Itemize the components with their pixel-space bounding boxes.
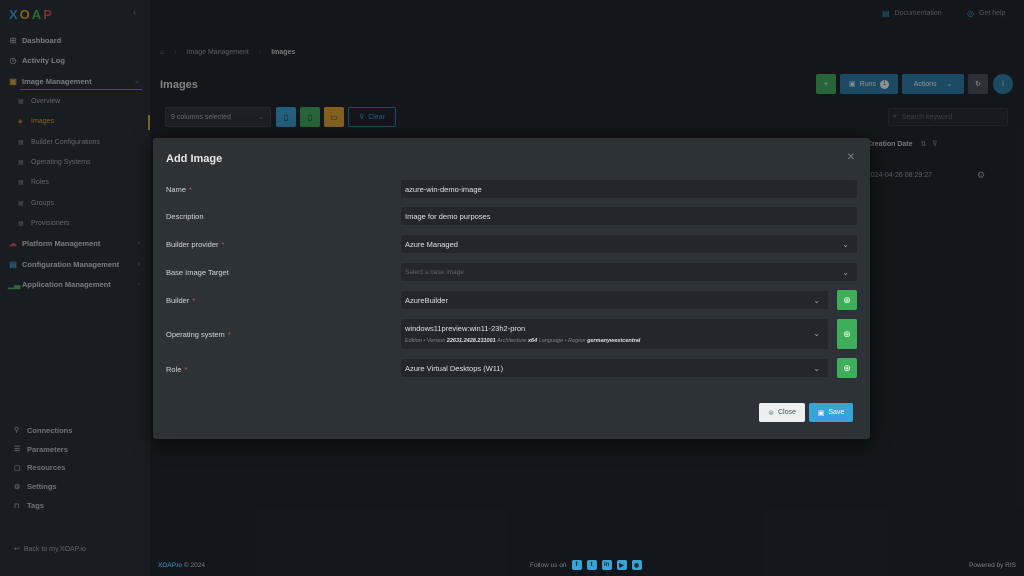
add-builder-button[interactable]: ⊕ <box>837 290 857 310</box>
base-image-target-label: Base Image Target <box>166 268 229 277</box>
footer: XOAP.io © 2024 Follow us on f t in ▶ ◉ P… <box>150 556 1024 576</box>
linkedin-icon[interactable]: in <box>601 560 612 570</box>
close-circle-icon: ⊗ <box>768 409 774 417</box>
chevron-down-icon: ⌄ <box>842 267 849 277</box>
base-image-target-select[interactable]: Select a base image ⌄ <box>401 263 857 281</box>
add-role-button[interactable]: ⊕ <box>837 358 857 378</box>
description-label: Description <box>166 212 204 221</box>
chevron-down-icon: ⌄ <box>813 363 820 373</box>
add-operating-system-button[interactable]: ⊕ <box>837 319 857 349</box>
modal-title: Add Image <box>166 153 223 165</box>
twitter-icon[interactable]: t <box>586 560 597 570</box>
close-icon[interactable]: ✕ <box>847 152 855 163</box>
chevron-down-icon: ⌄ <box>813 295 820 305</box>
chevron-down-icon: ⌄ <box>813 329 820 338</box>
save-button[interactable]: ▣ Save <box>809 403 853 422</box>
save-icon: ▣ <box>817 409 825 417</box>
builder-select[interactable]: AzureBuilder ⌄ <box>401 291 828 309</box>
name-label: Name * <box>166 185 192 194</box>
facebook-icon[interactable]: f <box>571 560 582 570</box>
operating-system-select[interactable]: windows11preview:win11-23h2-pron Edition… <box>401 319 828 349</box>
os-details: Edition • Version 22631.2428.231001 Arch… <box>405 338 641 344</box>
footer-copyright: XOAP.io © 2024 <box>158 562 205 569</box>
builder-provider-select[interactable]: Azure Managed ⌄ <box>401 235 857 253</box>
builder-provider-label: Builder provider * <box>166 240 225 249</box>
plus-circle-icon: ⊕ <box>843 362 851 373</box>
footer-brand-link[interactable]: XOAP.io <box>158 562 182 569</box>
chevron-down-icon: ⌄ <box>842 239 849 249</box>
operating-system-label: Operating system * <box>166 330 231 339</box>
footer-powered-by: Powered by RIS <box>969 562 1016 569</box>
github-icon[interactable]: ◉ <box>631 560 642 570</box>
plus-circle-icon: ⊕ <box>843 328 851 339</box>
description-input[interactable]: Image for demo purposes <box>401 207 857 225</box>
youtube-icon[interactable]: ▶ <box>616 560 627 570</box>
role-label: Role * <box>166 365 188 374</box>
builder-label: Builder * <box>166 296 196 305</box>
footer-social: Follow us on f t in ▶ ◉ <box>530 560 642 570</box>
close-button[interactable]: ⊗ Close <box>759 403 805 422</box>
role-select[interactable]: Azure Virtual Desktops (W11) ⌄ <box>401 359 828 377</box>
plus-circle-icon: ⊕ <box>843 294 851 305</box>
name-input[interactable]: azure-win-demo-image <box>401 180 857 198</box>
add-image-modal: Add Image ✕ Name * azure-win-demo-image D… <box>153 138 870 439</box>
